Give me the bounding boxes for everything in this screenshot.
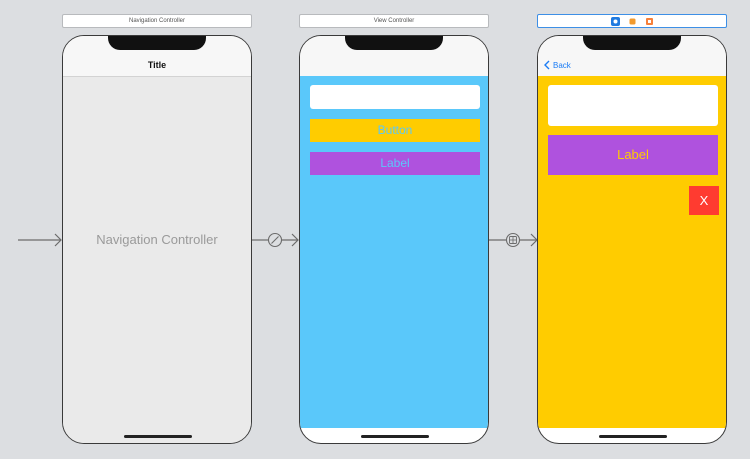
first-responder-icon[interactable] [628,17,637,26]
label-text: Label [380,156,410,170]
purple-label: Label [310,152,480,175]
back-label: Back [553,60,571,70]
back-button[interactable]: Back [544,60,571,70]
device-notch [345,36,443,50]
device-notch [108,36,206,50]
scene-header-title: Navigation Controller [128,18,186,24]
entry-point-arrow[interactable] [18,232,64,248]
purple-label: Label [548,135,718,175]
scene-header-view-controller[interactable]: View Controller [299,14,489,28]
text-field[interactable] [310,85,480,109]
home-indicator [361,435,429,438]
navigation-controller-scene[interactable]: Title Navigation Controller [62,35,252,444]
root-relationship-segue[interactable] [252,231,300,249]
close-button-label: X [699,193,709,208]
scene-header-title: View Controller [373,18,415,24]
home-indicator [124,435,192,438]
navigation-controller-body: Navigation Controller [63,76,251,443]
button-label: Button [377,123,413,137]
chevron-left-icon [544,60,550,70]
view-controller-scene[interactable]: Button Label [299,35,489,444]
exit-icon[interactable] [645,17,654,26]
detail-view[interactable]: Label X [538,76,726,428]
scene-header-detail[interactable] [537,14,727,28]
text-field[interactable] [548,85,718,126]
label-text: Label [617,147,649,162]
navigation-controller-label: Navigation Controller [96,232,218,247]
view-controller-icon[interactable] [610,16,620,26]
scene-header-navigation-controller[interactable]: Navigation Controller [62,14,252,28]
view-controller-view[interactable]: Button Label [300,76,488,428]
detail-scene[interactable]: Back Label X [537,35,727,444]
device-notch [583,36,681,50]
show-segue[interactable] [489,231,539,249]
close-button[interactable]: X [689,186,719,215]
yellow-button[interactable]: Button [310,119,480,142]
home-indicator [599,435,667,438]
nav-title: Title [147,60,167,70]
